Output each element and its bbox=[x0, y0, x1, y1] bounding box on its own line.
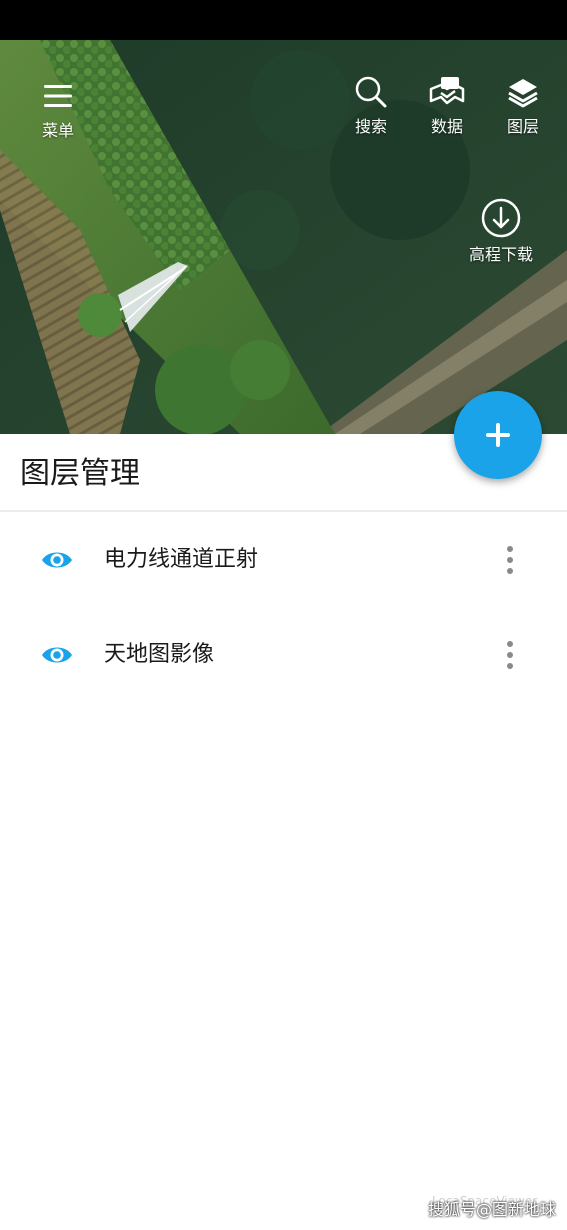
add-layer-button[interactable] bbox=[454, 391, 542, 479]
layers-icon bbox=[505, 74, 541, 110]
watermark: 搜狐号@图新地球 bbox=[428, 1200, 557, 1219]
data-icon bbox=[429, 74, 465, 110]
menu-button[interactable]: 菜单 bbox=[40, 78, 76, 140]
more-vert-icon[interactable] bbox=[498, 543, 522, 577]
search-label: 搜索 bbox=[354, 117, 387, 136]
layer-name: 天地图影像 bbox=[104, 642, 215, 667]
panel-title: 图层管理 bbox=[20, 456, 140, 491]
data-label: 数据 bbox=[430, 117, 463, 136]
elevation-download-label: 高程下载 bbox=[469, 245, 534, 264]
layer-name: 电力线通道正射 bbox=[104, 547, 259, 572]
eye-icon[interactable] bbox=[40, 546, 74, 574]
status-bar bbox=[0, 0, 567, 40]
layers-label: 图层 bbox=[506, 117, 539, 136]
data-button[interactable]: 数据 bbox=[429, 74, 465, 136]
map-view[interactable]: 菜单 搜索 数据 图层 高程下载 bbox=[0, 40, 567, 434]
menu-label: 菜单 bbox=[41, 121, 74, 140]
menu-icon bbox=[40, 78, 76, 114]
search-button[interactable]: 搜索 bbox=[353, 74, 389, 136]
download-icon bbox=[481, 198, 521, 238]
plus-icon bbox=[486, 423, 510, 447]
layers-button[interactable]: 图层 bbox=[505, 74, 541, 136]
more-vert-icon[interactable] bbox=[498, 638, 522, 672]
layer-row[interactable]: 电力线通道正射 bbox=[0, 515, 567, 605]
layer-row[interactable]: 天地图影像 bbox=[0, 610, 567, 700]
search-icon bbox=[353, 74, 389, 110]
eye-icon[interactable] bbox=[40, 641, 74, 669]
elevation-download-button[interactable]: 高程下载 bbox=[469, 198, 533, 264]
